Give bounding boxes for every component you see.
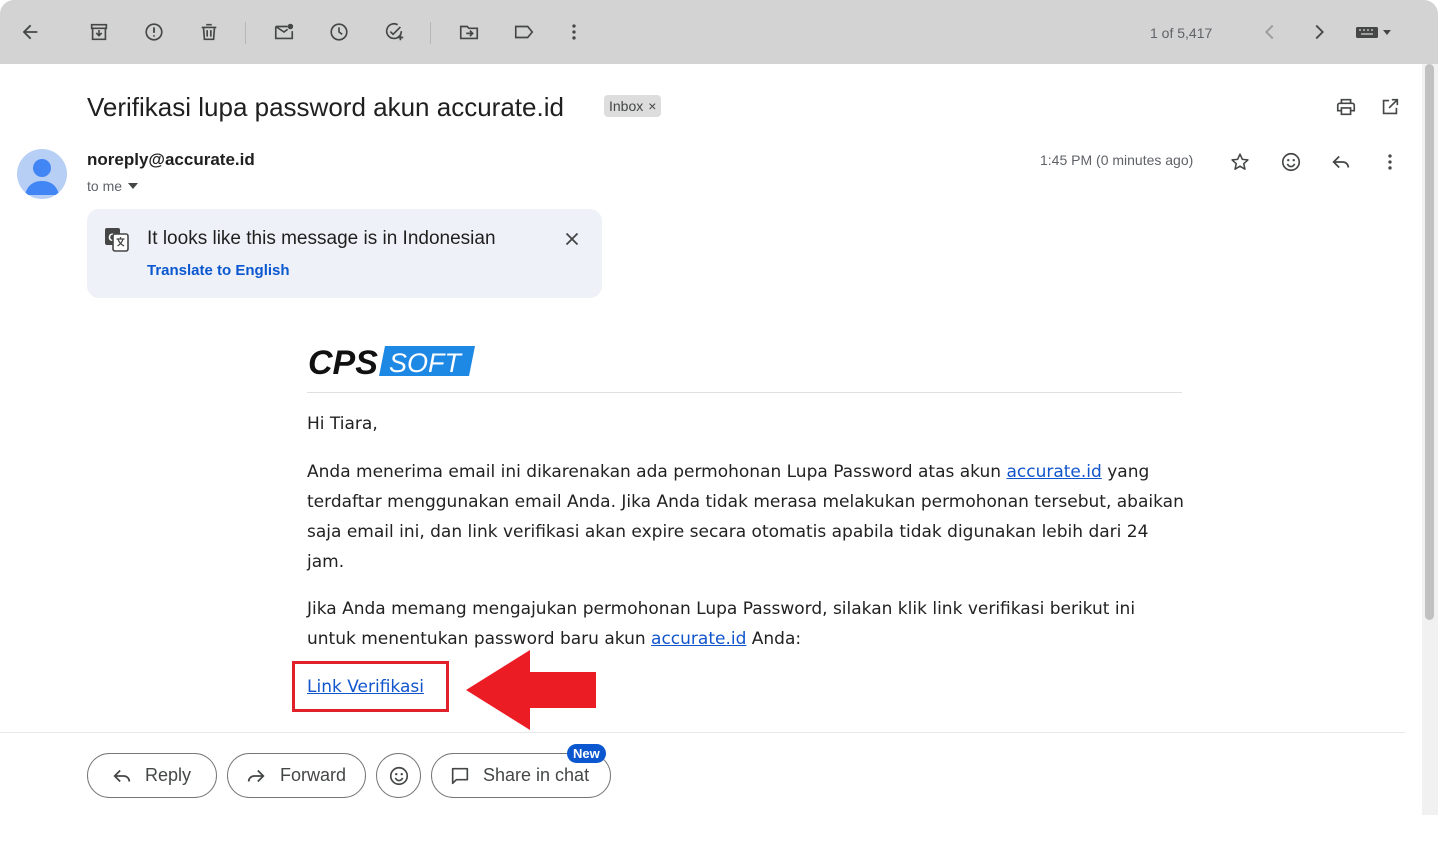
reply-label: Reply (145, 765, 192, 785)
sender-avatar[interactable] (17, 149, 67, 199)
close-icon[interactable] (556, 223, 588, 255)
cpssoft-logo: CPS SOFT (308, 344, 475, 380)
emoji-reaction-button[interactable] (376, 753, 421, 798)
accurate-link[interactable]: accurate.id (1006, 462, 1101, 482)
actions-divider (0, 732, 1405, 733)
newer-icon[interactable] (1255, 17, 1285, 47)
report-spam-icon[interactable] (139, 17, 169, 47)
reply-icon (113, 769, 131, 782)
share-label: Share in chat (483, 765, 590, 785)
forward-icon (247, 769, 265, 782)
scrollbar[interactable] (1422, 64, 1438, 815)
recipient-details[interactable]: to me (87, 178, 139, 194)
inbox-label-text: Inbox (609, 98, 644, 114)
new-badge: New (567, 744, 606, 763)
move-to-icon[interactable] (454, 17, 484, 47)
email-subject: Verifikasi lupa password akun accurate.i… (87, 92, 564, 122)
translate-message: It looks like this message is in Indones… (147, 228, 496, 249)
older-icon[interactable] (1304, 17, 1334, 47)
toolbar-separator (245, 22, 246, 44)
label-icon[interactable] (509, 17, 539, 47)
reply-button[interactable]: Reply (87, 753, 217, 798)
body-paragraph-2: Jika Anda memang mengajukan permohonan L… (307, 594, 1187, 654)
back-icon[interactable] (15, 17, 45, 47)
svg-text:SOFT: SOFT (389, 348, 464, 378)
logo-divider (307, 392, 1182, 393)
received-time: 1:45 PM (0 minutes ago) (1040, 152, 1194, 168)
mark-unread-icon[interactable] (269, 17, 299, 47)
recipient-text: to me (87, 178, 123, 194)
scrollbar-thumb[interactable] (1425, 64, 1434, 620)
body-paragraph-1: Anda menerima email ini dikarenakan ada … (307, 457, 1187, 577)
inbox-label-chip: Inbox × (604, 95, 662, 117)
open-in-new-window-icon[interactable] (1374, 91, 1406, 123)
sender-address[interactable]: noreply@accurate.id (87, 150, 255, 170)
chat-icon (451, 767, 469, 784)
paragraph-1-start: Anda menerima email ini dikarenakan ada … (307, 462, 1007, 482)
input-tools-icon[interactable] (1350, 17, 1398, 47)
add-reaction-icon[interactable] (1275, 146, 1307, 178)
archive-icon[interactable] (84, 17, 114, 47)
forward-label: Forward (280, 765, 347, 785)
translate-to-english-link[interactable]: Translate to English (147, 262, 290, 279)
greeting: Hi Tiara, (307, 414, 378, 434)
pager-count: 1 of 5,417 (1150, 25, 1213, 41)
annotation-arrow-icon (466, 650, 596, 730)
translate-banner: G It looks like this message is in Indon… (87, 209, 602, 298)
delete-icon[interactable] (194, 17, 224, 47)
email-window: 1 of 5,417 Verifikasi lupa password akun… (0, 0, 1438, 815)
translate-icon: G (105, 228, 129, 252)
toolbar: 1 of 5,417 (0, 0, 1438, 64)
paragraph-2-end: Anda: (746, 629, 802, 649)
toolbar-separator (430, 22, 431, 44)
verification-link[interactable]: Link Verifikasi (307, 672, 424, 702)
caret-down-icon (128, 183, 139, 189)
add-task-icon[interactable] (379, 17, 409, 47)
remove-label-icon[interactable]: × (648, 98, 656, 114)
svg-text:CPS: CPS (308, 344, 378, 380)
accurate-link-2[interactable]: accurate.id (651, 629, 746, 649)
more-options-icon[interactable] (559, 17, 589, 47)
snooze-icon[interactable] (324, 17, 354, 47)
reply-icon[interactable] (1325, 146, 1357, 178)
print-icon[interactable] (1330, 91, 1362, 123)
emoji-icon (389, 766, 408, 785)
message-more-icon[interactable] (1374, 146, 1406, 178)
star-icon[interactable] (1224, 146, 1256, 178)
forward-button[interactable]: Forward (227, 753, 366, 798)
